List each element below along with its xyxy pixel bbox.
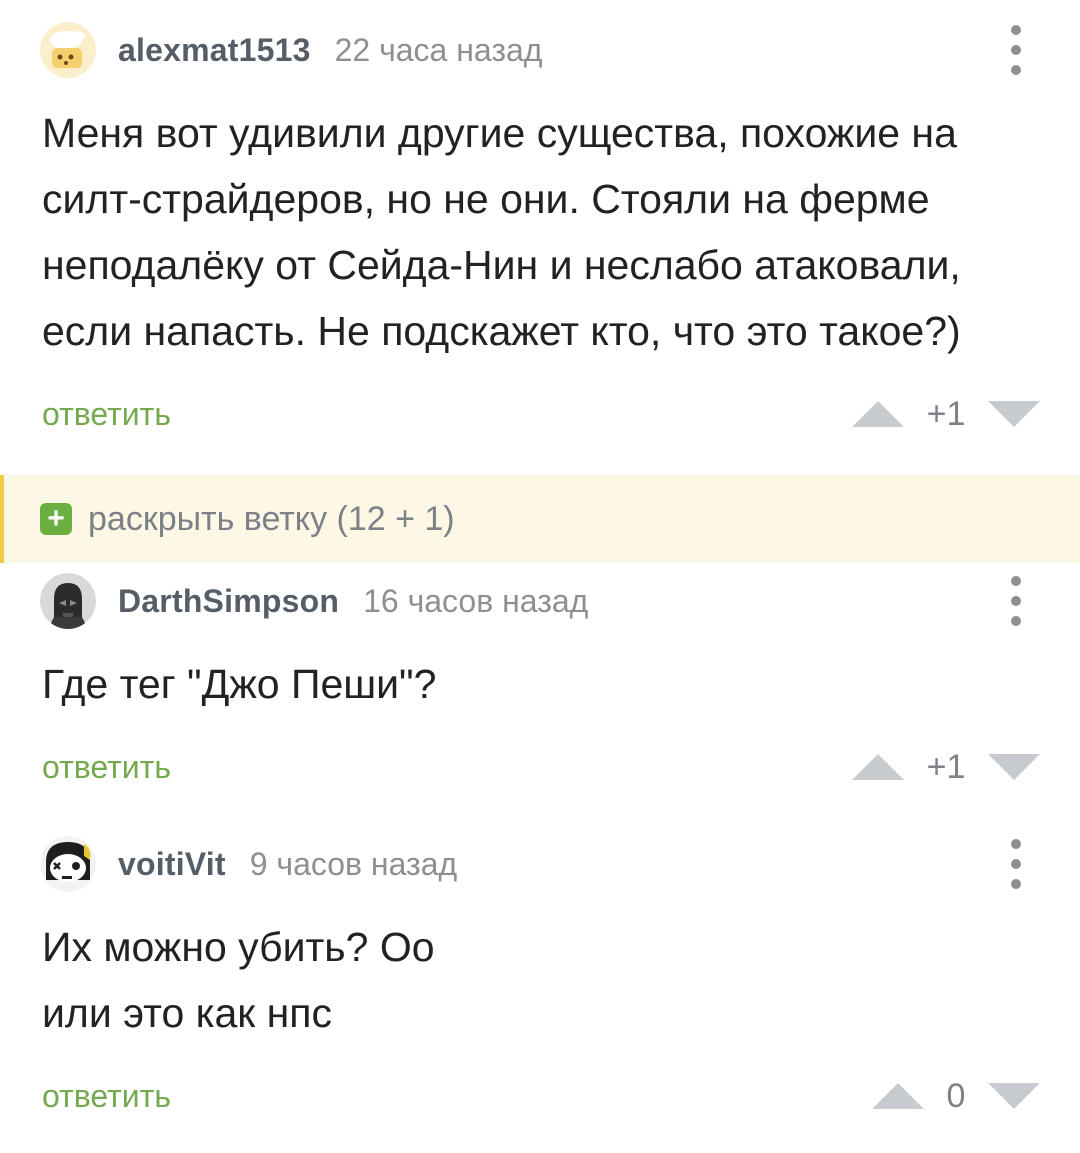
- reply-button[interactable]: ответить: [42, 384, 171, 444]
- comment-text-line: Их можно убить? Оо: [42, 924, 435, 970]
- comment-text: Где тег "Джо Пеши"?: [42, 651, 1052, 717]
- more-vertical-icon[interactable]: [1004, 571, 1028, 631]
- comment-header: voitiVit 9 часов назад: [40, 834, 457, 894]
- comment-time: 16 часов назад: [363, 582, 589, 619]
- arrow-down-icon[interactable]: [988, 401, 1040, 427]
- comment-text: Их можно убить? Оо или это как нпс: [42, 914, 1052, 1046]
- avatar[interactable]: [40, 573, 96, 629]
- comment-header: DarthSimpson 16 часов назад: [40, 571, 588, 631]
- arrow-up-icon[interactable]: [852, 401, 904, 427]
- plus-square-icon: +: [40, 503, 72, 535]
- rating-control: +1: [852, 737, 1040, 797]
- comment-header: alexmat1513 22 часа назад: [40, 20, 542, 80]
- arrow-up-icon[interactable]: [852, 754, 904, 780]
- avatar-darth-vader-icon: [40, 573, 96, 629]
- arrow-up-icon[interactable]: [872, 1083, 924, 1109]
- comment-text-line: неподалёку от Сейда-Нин и неслабо атаков…: [42, 242, 961, 288]
- rating-value: +1: [926, 394, 966, 433]
- arrow-down-icon[interactable]: [988, 754, 1040, 780]
- comment-text-line: если напасть. Не подскажет кто, что это …: [42, 308, 961, 354]
- avatar[interactable]: [40, 22, 96, 78]
- more-vertical-icon[interactable]: [1004, 20, 1028, 80]
- avatar-skull-icon: [40, 836, 96, 892]
- more-vertical-icon[interactable]: [1004, 834, 1028, 894]
- rating-control: +1: [852, 384, 1040, 444]
- comment-time: 22 часа назад: [334, 31, 543, 68]
- comment-time: 9 часов назад: [249, 845, 458, 882]
- comment-text-line: или это как нпс: [42, 990, 332, 1036]
- rating-value: +1: [926, 747, 966, 786]
- comment-footer: ответить 0: [0, 1066, 1080, 1126]
- comment-text-line: Где тег "Джо Пеши"?: [42, 661, 437, 707]
- rating-value: 0: [946, 1076, 966, 1115]
- expand-branch-button[interactable]: + раскрыть ветку (12 + 1): [40, 475, 455, 563]
- expand-branch-bar[interactable]: + раскрыть ветку (12 + 1): [0, 475, 1080, 563]
- avatar[interactable]: [40, 836, 96, 892]
- reply-button[interactable]: ответить: [42, 1066, 171, 1126]
- username[interactable]: DarthSimpson: [118, 583, 339, 620]
- avatar-cookie-icon: [40, 22, 96, 78]
- username[interactable]: voitiVit: [118, 846, 226, 883]
- arrow-down-icon[interactable]: [988, 1083, 1040, 1109]
- username[interactable]: alexmat1513: [118, 32, 311, 69]
- rating-control: 0: [872, 1066, 1040, 1126]
- expand-branch-label: раскрыть ветку (12 + 1): [88, 499, 455, 538]
- comment-text: Меня вот удивили другие существа, похожи…: [42, 100, 1052, 364]
- reply-button[interactable]: ответить: [42, 737, 171, 797]
- comment-footer: ответить +1: [0, 737, 1080, 797]
- comment-text-line: Меня вот удивили другие существа, похожи…: [42, 110, 957, 156]
- comment-text-line: силт-страйдеров, но не они. Стояли на фе…: [42, 176, 930, 222]
- comment-footer: ответить +1: [0, 384, 1080, 444]
